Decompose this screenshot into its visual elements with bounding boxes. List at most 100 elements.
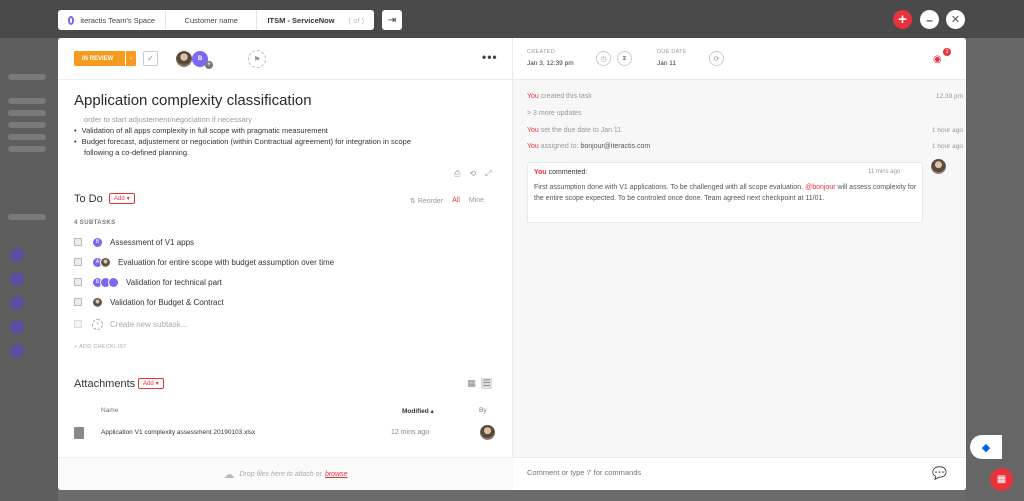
subtask-checkbox bbox=[74, 320, 82, 328]
timer-icon[interactable]: ◷ bbox=[596, 51, 611, 66]
column-modified[interactable]: Modified ▴ bbox=[402, 407, 434, 415]
chat-bubble-icon[interactable]: 💬 bbox=[932, 466, 947, 480]
file-icon bbox=[74, 427, 84, 439]
attachment-dropzone[interactable]: ☁ Drop files here to attach or browse bbox=[58, 457, 513, 490]
due-date-value[interactable]: Jan 11 bbox=[657, 60, 676, 67]
add-icon[interactable]: + bbox=[893, 10, 912, 29]
attachments-add-button[interactable]: Add ▾ bbox=[138, 378, 164, 389]
print-icon[interactable]: ⎙ bbox=[454, 169, 460, 179]
hourglass-icon[interactable]: ⧗ bbox=[617, 51, 632, 66]
comment-author: You commented: bbox=[534, 169, 588, 176]
breadcrumb-customer[interactable]: Customer name bbox=[166, 10, 258, 30]
subtask-row[interactable]: Validation for Budget & Contract bbox=[74, 295, 224, 309]
breadcrumb-space[interactable]: iteractis Team's Space bbox=[58, 10, 166, 30]
due-date-label: DUE DATE bbox=[657, 49, 687, 55]
breadcrumb-project[interactable]: ITSM - ServiceNow ( of ) bbox=[257, 10, 374, 30]
description-tools: ⎙ ⟲ ⤢ bbox=[454, 169, 492, 179]
todo-add-button[interactable]: Add ▾ bbox=[109, 193, 135, 204]
complete-check-icon[interactable]: ✓ bbox=[143, 51, 158, 66]
task-details-pane: IN REVIEW › ✓ B + ⚑ ••• Application comp… bbox=[58, 38, 513, 490]
activity-item: You set the due date to Jan 11 bbox=[527, 127, 622, 134]
column-name[interactable]: Name bbox=[101, 407, 118, 414]
add-checklist-button[interactable]: + ADD CHECKLIST bbox=[74, 344, 127, 350]
subtask-label: Evaluation for entire scope with budget … bbox=[118, 257, 335, 267]
activity-time: 1 hour ago bbox=[931, 143, 963, 150]
description-bullet: Budget forecast, adjustement or negociat… bbox=[74, 136, 494, 147]
attachment-name[interactable]: Application V1 complexity assessment 201… bbox=[101, 429, 255, 436]
subtask-row[interactable]: B Assessment of V1 apps bbox=[74, 235, 194, 249]
todo-heading: To Do bbox=[74, 193, 103, 205]
avatar bbox=[931, 159, 946, 174]
activity-pane: CREATED Jan 3, 12:39 pm ◷ ⧗ DUE DATE Jan… bbox=[513, 38, 966, 490]
new-subtask-input[interactable]: Create new subtask... bbox=[110, 320, 187, 329]
subtask-avatar: B bbox=[92, 236, 103, 248]
description-bullet: Validation of all apps complexity in ful… bbox=[74, 125, 494, 136]
attachment-modified: 12 mins ago bbox=[391, 429, 430, 436]
calculator-icon[interactable]: ▦ bbox=[990, 468, 1013, 491]
background-right-column bbox=[966, 38, 1024, 501]
new-subtask-row[interactable]: + Create new subtask... bbox=[74, 317, 187, 331]
subtask-avatar bbox=[92, 296, 103, 308]
filter-mine[interactable]: Mine bbox=[469, 197, 484, 205]
cloud-upload-icon: ☁ bbox=[223, 468, 235, 481]
activity-item: You created this task bbox=[527, 93, 592, 100]
status-next-icon[interactable]: › bbox=[125, 51, 136, 66]
grid-view-icon[interactable]: ▦ bbox=[466, 378, 477, 389]
mention-link[interactable]: @bonjour bbox=[805, 184, 835, 191]
created-value: Jan 3, 12:39 pm bbox=[527, 60, 574, 67]
attachment-view-toggle: ▦ ☰ bbox=[466, 378, 492, 389]
more-options-icon[interactable]: ••• bbox=[482, 50, 498, 64]
space-logo-icon bbox=[68, 15, 75, 25]
task-toolbar: IN REVIEW › ✓ B + ⚑ ••• bbox=[58, 38, 513, 80]
background-sidebar bbox=[0, 38, 58, 501]
comment-body: First assumption done with V1 applicatio… bbox=[534, 184, 917, 202]
minimize-icon[interactable]: – bbox=[920, 10, 939, 29]
reorder-button[interactable]: ⇅ Reorder bbox=[410, 197, 443, 205]
subtask-label: Validation for technical part bbox=[126, 277, 222, 287]
close-icon[interactable]: ✕ bbox=[946, 10, 965, 29]
comment-input[interactable] bbox=[527, 468, 907, 477]
avatar bbox=[480, 425, 495, 440]
avatar[interactable] bbox=[176, 51, 192, 67]
watchers-count: 3 bbox=[943, 48, 951, 56]
dropbox-icon[interactable]: ◆ bbox=[970, 435, 1002, 459]
task-title[interactable]: Application complexity classification bbox=[74, 92, 312, 109]
column-by[interactable]: By bbox=[479, 407, 487, 414]
task-modal: IN REVIEW › ✓ B + ⚑ ••• Application comp… bbox=[58, 38, 966, 490]
browse-link[interactable]: browse bbox=[325, 471, 348, 478]
history-icon[interactable]: ⟲ bbox=[469, 169, 476, 179]
assign-icon[interactable]: + bbox=[92, 318, 103, 330]
popout-icon[interactable]: ⇥ bbox=[382, 10, 402, 30]
subtask-row[interactable]: B Validation for technical part bbox=[74, 275, 222, 289]
subtask-label: Validation for Budget & Contract bbox=[110, 297, 224, 307]
sort-asc-icon: ▴ bbox=[430, 408, 434, 415]
subtask-label: Assessment of V1 apps bbox=[110, 237, 195, 247]
comment-time: 11 mins ago bbox=[868, 169, 901, 175]
activity-item: You assigned to: bonjour@iteractis.com bbox=[527, 143, 651, 150]
attachments-heading: Attachments bbox=[74, 378, 136, 390]
subtask-checkbox[interactable] bbox=[74, 258, 82, 266]
todo-filters: ⇅ Reorder All Mine bbox=[410, 197, 484, 205]
subtask-count: 4 SUBTASKS bbox=[74, 220, 116, 226]
list-view-icon[interactable]: ☰ bbox=[481, 378, 492, 389]
filter-all[interactable]: All bbox=[452, 197, 460, 205]
add-assignee-icon[interactable]: + bbox=[205, 61, 213, 69]
created-label: CREATED bbox=[527, 49, 555, 55]
activity-time: 12:39 pm bbox=[935, 93, 963, 100]
breadcrumb-position: ( of ) bbox=[348, 15, 364, 25]
more-updates-toggle[interactable]: > 3 more updates bbox=[527, 110, 582, 117]
subtask-avatar bbox=[108, 276, 119, 288]
comment-card[interactable]: You commented: 11 mins ago First assumpt… bbox=[527, 162, 923, 223]
subtask-checkbox[interactable] bbox=[74, 278, 82, 286]
subtask-avatar bbox=[100, 256, 111, 268]
comment-composer: 💬 bbox=[513, 457, 966, 490]
breadcrumb: iteractis Team's Space Customer name ITS… bbox=[58, 10, 374, 30]
subtask-checkbox[interactable] bbox=[74, 238, 82, 246]
expand-icon[interactable]: ⤢ bbox=[485, 169, 491, 179]
subtask-checkbox[interactable] bbox=[74, 298, 82, 306]
watchers-icon[interactable]: ◉ bbox=[933, 54, 942, 65]
flag-icon[interactable]: ⚑ bbox=[248, 50, 266, 68]
subtask-row[interactable]: A Evaluation for entire scope with budge… bbox=[74, 255, 334, 269]
task-description[interactable]: order to start adjustement/negociation i… bbox=[74, 114, 494, 158]
recurring-icon[interactable]: ⟳ bbox=[709, 51, 724, 66]
